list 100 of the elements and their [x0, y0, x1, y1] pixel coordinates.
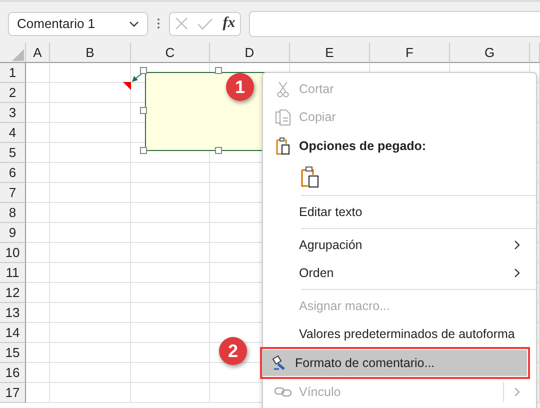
grid-cell[interactable] — [26, 143, 50, 163]
menu-item[interactable]: Editar texto — [267, 198, 532, 226]
grid-cell[interactable] — [26, 283, 50, 303]
grid-cell[interactable] — [131, 323, 210, 343]
grid-cell[interactable] — [131, 243, 210, 263]
name-box[interactable]: Comentario 1 — [8, 12, 148, 36]
step-number-badge: 2 — [219, 337, 247, 365]
chevron-right-icon — [514, 240, 520, 250]
grid-cell[interactable] — [26, 123, 50, 143]
grid-cell[interactable] — [50, 363, 131, 383]
cancel-icon[interactable] — [174, 17, 188, 30]
grid-cell[interactable] — [26, 383, 50, 403]
grid-cell[interactable] — [50, 283, 131, 303]
row-header[interactable]: 17 — [0, 383, 26, 403]
scissors-icon — [277, 80, 289, 98]
grid-cell[interactable] — [50, 143, 131, 163]
row-header[interactable]: 6 — [0, 163, 26, 183]
column-header[interactable]: E — [290, 43, 370, 63]
menu-item[interactable]: Agrupación — [267, 231, 532, 259]
row-header[interactable]: 3 — [0, 103, 26, 123]
clipboard-icon — [276, 137, 290, 155]
row-header[interactable]: 16 — [0, 363, 26, 383]
column-header[interactable]: G — [450, 43, 530, 63]
resize-handle[interactable] — [140, 67, 147, 74]
row-header[interactable]: 12 — [0, 283, 26, 303]
grid-cell[interactable] — [26, 263, 50, 283]
row-header[interactable]: 8 — [0, 203, 26, 223]
row-header[interactable]: 7 — [0, 183, 26, 203]
grid-cell[interactable] — [50, 303, 131, 323]
grid-cell[interactable] — [26, 343, 50, 363]
grid-cell[interactable] — [131, 163, 210, 183]
column-header[interactable]: B — [50, 43, 131, 63]
menu-item[interactable]: Valores predeterminados de autoforma — [267, 320, 532, 348]
resize-handle[interactable] — [215, 147, 222, 154]
grid-cell[interactable] — [131, 383, 210, 403]
row-header[interactable]: 4 — [0, 123, 26, 143]
grid-cell[interactable] — [50, 323, 131, 343]
resize-handle[interactable] — [215, 67, 222, 74]
grid-cell[interactable] — [50, 123, 131, 143]
chevron-right-icon — [514, 387, 520, 397]
chevron-down-icon — [129, 20, 139, 26]
grid-cell[interactable] — [131, 303, 210, 323]
grid-cell[interactable] — [26, 203, 50, 223]
row-header[interactable]: 11 — [0, 263, 26, 283]
grid-cell[interactable] — [26, 323, 50, 343]
resize-handle[interactable] — [140, 147, 147, 154]
grid-cell[interactable] — [50, 203, 131, 223]
column-header[interactable]: D — [210, 43, 290, 63]
grid-cell[interactable] — [131, 343, 210, 363]
menu-item[interactable]: Formato de comentario... — [263, 350, 527, 376]
grid-cell[interactable] — [131, 203, 210, 223]
grid-cell[interactable] — [26, 63, 50, 83]
row-header[interactable]: 9 — [0, 223, 26, 243]
grid-cell[interactable] — [131, 263, 210, 283]
row-header[interactable]: 15 — [0, 343, 26, 363]
menu-section-title: Opciones de pegado: — [299, 139, 428, 153]
row-header[interactable]: 13 — [0, 303, 26, 323]
grid-cell[interactable] — [26, 303, 50, 323]
select-all-corner[interactable] — [0, 43, 26, 63]
row-header[interactable]: 14 — [0, 323, 26, 343]
grid-cell[interactable] — [26, 243, 50, 263]
grid-cell[interactable] — [26, 163, 50, 183]
chevron-right-icon — [514, 268, 520, 278]
row-header[interactable]: 2 — [0, 83, 26, 103]
grid-cell[interactable] — [26, 103, 50, 123]
grid-cell[interactable] — [26, 363, 50, 383]
grid-cell[interactable] — [50, 263, 131, 283]
menu-item[interactable]: Orden — [267, 259, 532, 287]
paste-option-button[interactable] — [299, 164, 321, 190]
grid-cell[interactable] — [50, 343, 131, 363]
grid-cell[interactable] — [26, 83, 50, 103]
resize-handle[interactable] — [140, 107, 147, 114]
column-header[interactable]: F — [370, 43, 450, 63]
copy-icon — [275, 108, 291, 126]
more-options-icon[interactable] — [157, 18, 160, 29]
row-header[interactable]: 5 — [0, 143, 26, 163]
column-header[interactable] — [530, 43, 540, 63]
column-header[interactable]: C — [131, 43, 210, 63]
row-header[interactable]: 1 — [0, 63, 26, 83]
comment-indicator-icon — [123, 82, 131, 90]
link-icon — [274, 386, 292, 398]
grid-cell[interactable] — [26, 223, 50, 243]
formula-bar[interactable] — [249, 10, 540, 36]
checkmark-icon[interactable] — [197, 18, 214, 30]
grid-cell[interactable] — [50, 183, 131, 203]
row-header[interactable]: 10 — [0, 243, 26, 263]
grid-cell[interactable] — [26, 183, 50, 203]
grid-cell[interactable] — [50, 163, 131, 183]
brush-icon — [271, 355, 287, 371]
grid-cell[interactable] — [131, 363, 210, 383]
column-header[interactable]: A — [26, 43, 50, 63]
grid-cell[interactable] — [131, 223, 210, 243]
grid-cell[interactable] — [50, 383, 131, 403]
grid-cell[interactable] — [50, 223, 131, 243]
clipboard-icon — [301, 166, 319, 188]
grid-cell[interactable] — [131, 283, 210, 303]
insert-function-button[interactable]: fx — [222, 15, 236, 32]
grid-cell[interactable] — [50, 243, 131, 263]
grid-cell[interactable] — [131, 183, 210, 203]
grid-cell[interactable] — [50, 103, 131, 123]
